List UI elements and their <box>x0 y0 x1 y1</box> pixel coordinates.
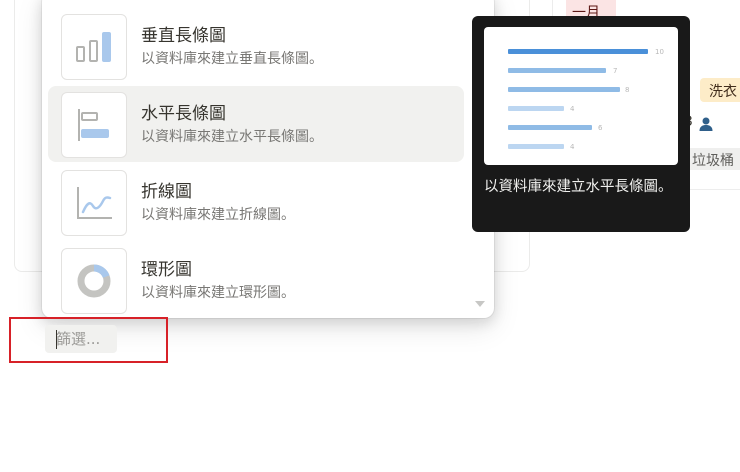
menu-item-horizontal-bar[interactable]: 水平長條圖 以資料庫來建立水平長條圖。 <box>48 86 464 162</box>
preview-bar-label: 10 <box>655 48 664 56</box>
menu-item-description: 以資料庫來建立垂直長條圖。 <box>141 51 323 67</box>
menu-item-description: 以資料庫來建立折線圖。 <box>141 207 295 223</box>
preview-bar <box>508 125 592 130</box>
vertical-bar-chart-thumb <box>61 14 127 80</box>
preview-bar-label: 4 <box>570 143 575 151</box>
menu-item-title: 折線圖 <box>141 182 192 202</box>
menu-item-description: 以資料庫來建立環形圖。 <box>141 285 295 301</box>
menu-item-donut-chart[interactable]: 環形圖 以資料庫來建立環形圖。 <box>48 242 464 318</box>
preview-bar-label: 8 <box>625 86 629 94</box>
preview-bar-label: 7 <box>613 67 617 75</box>
preview-bar <box>508 144 564 149</box>
tooltip-description: 以資料庫來建立水平長條圖。 <box>484 179 673 195</box>
horizontal-bar-chart-icon <box>78 109 109 141</box>
vertical-bar-chart-icon <box>76 32 111 62</box>
preview-bar <box>508 87 620 92</box>
menu-item-title: 環形圖 <box>141 260 192 280</box>
chart-preview-tooltip: 10 7 8 4 6 4 以資料庫來建立水平長條圖。 <box>472 16 690 232</box>
preview-bar-label: 4 <box>570 105 575 113</box>
preview-bar <box>508 68 606 73</box>
menu-item-title: 垂直長條圖 <box>141 26 226 46</box>
scroll-down-arrow-icon[interactable] <box>475 301 485 307</box>
preview-bar <box>508 106 564 111</box>
chart-preview: 10 7 8 4 6 4 <box>484 27 678 165</box>
laundry-tag: 洗衣 <box>700 78 740 102</box>
preview-bar <box>508 49 648 54</box>
horizontal-bar-chart-thumb <box>61 92 127 158</box>
person-icon <box>699 117 713 131</box>
menu-item-title: 水平長條圖 <box>141 104 226 124</box>
text-caret <box>56 330 57 349</box>
horizontal-bar-preview: 10 7 8 4 6 4 <box>508 48 664 151</box>
donut-chart-thumb <box>61 248 127 314</box>
menu-item-description: 以資料庫來建立水平長條圖。 <box>141 129 323 145</box>
preview-bar-label: 6 <box>598 124 603 132</box>
line-chart-thumb <box>61 170 127 236</box>
menu-item-line-chart[interactable]: 折線圖 以資料庫來建立折線圖。 <box>48 164 464 240</box>
line-chart-icon <box>77 187 112 219</box>
chart-type-menu: 垂直長條圖 以資料庫來建立垂直長條圖。 水平長條圖 以資料庫來建立水平長條圖。 … <box>42 0 494 318</box>
trash-tag: 垃圾桶 <box>686 148 740 170</box>
menu-item-vertical-bar[interactable]: 垂直長條圖 以資料庫來建立垂直長條圖。 <box>48 8 464 84</box>
donut-chart-icon <box>77 264 111 298</box>
